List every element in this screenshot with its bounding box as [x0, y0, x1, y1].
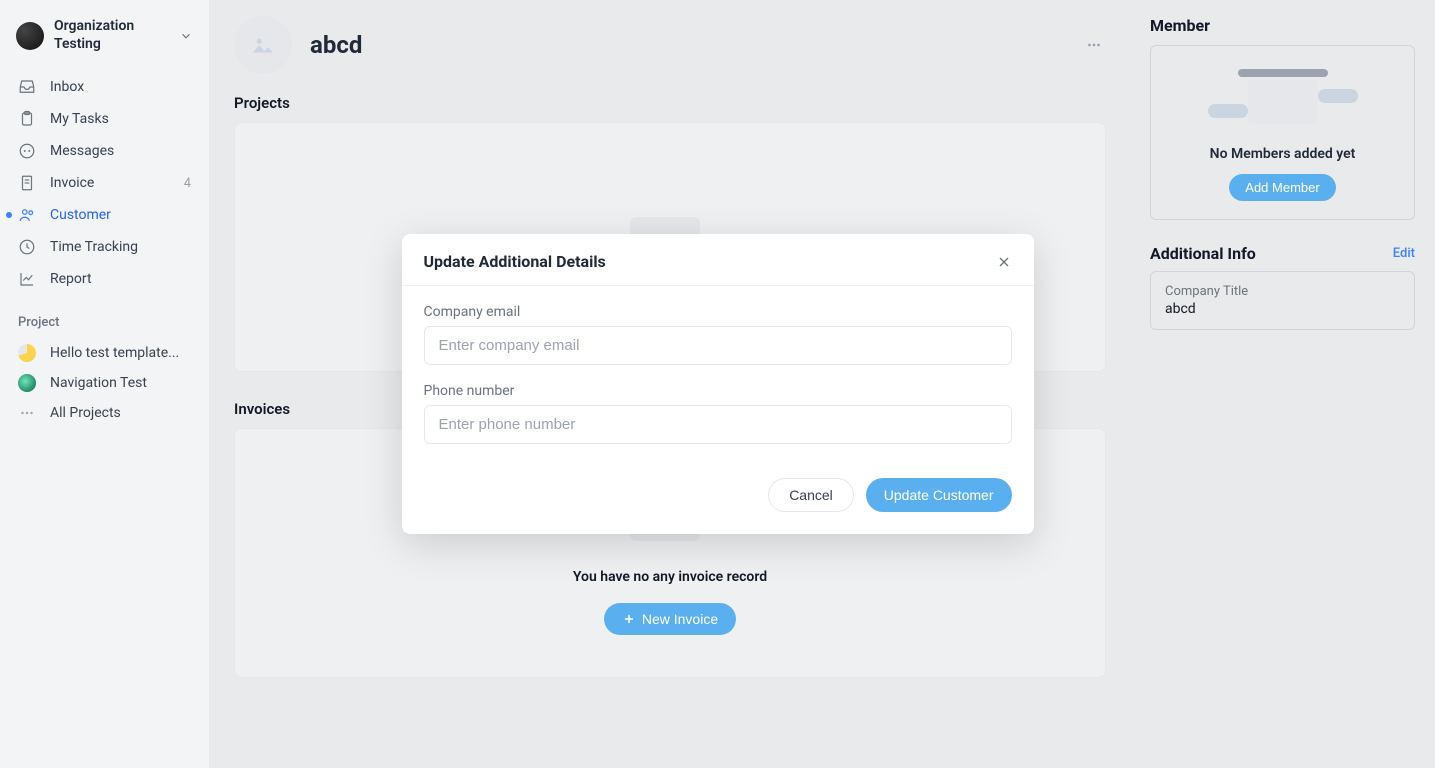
button-label: Cancel: [789, 487, 833, 503]
close-icon[interactable]: [996, 254, 1012, 270]
modal-body: Company email Phone number: [402, 286, 1034, 468]
phone-number-input[interactable]: [424, 405, 1012, 444]
update-details-modal: Update Additional Details Company email …: [402, 234, 1034, 534]
company-email-label: Company email: [424, 304, 1012, 320]
company-email-input[interactable]: [424, 326, 1012, 365]
phone-label: Phone number: [424, 383, 1012, 399]
modal-overlay: Update Additional Details Company email …: [0, 0, 1435, 768]
modal-footer: Cancel Update Customer: [402, 468, 1034, 534]
button-label: Update Customer: [884, 487, 994, 503]
cancel-button[interactable]: Cancel: [768, 478, 854, 512]
modal-header: Update Additional Details: [402, 234, 1034, 286]
modal-title: Update Additional Details: [424, 252, 606, 271]
update-customer-button[interactable]: Update Customer: [866, 478, 1012, 512]
